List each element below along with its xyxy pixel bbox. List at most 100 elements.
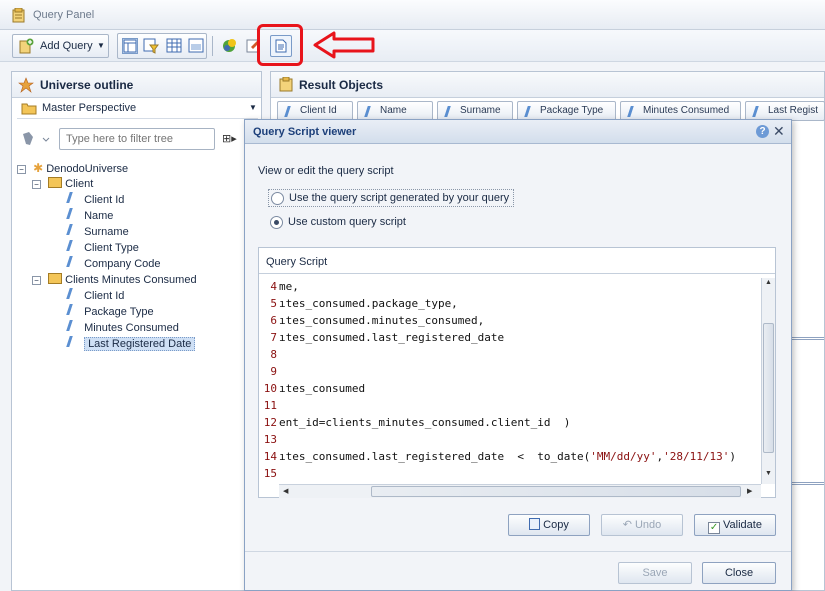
vertical-scrollbar[interactable]: ▲ ▼ — [761, 278, 775, 484]
option-custom-radio[interactable] — [270, 216, 283, 229]
option-generated-script[interactable]: Use the query script generated by your q… — [268, 189, 514, 207]
copy-button[interactable]: Copy — [508, 514, 590, 536]
universe-icon: ✱ — [33, 161, 44, 175]
chevron-down-icon: ▼ — [249, 103, 257, 112]
code-line[interactable]: 4 me, — [259, 278, 299, 295]
object-icon — [66, 304, 73, 315]
tree-item-surname[interactable]: Surname — [66, 224, 129, 240]
tree-item-client-type[interactable]: Client Type — [66, 240, 139, 256]
undo-icon: ↶ — [622, 519, 632, 531]
result-object-label: Surname — [460, 105, 501, 116]
collapse-icon[interactable]: − — [17, 165, 26, 174]
query-script-editor[interactable]: 4 me, 5 ıtes_consumed.package_type, 6 ıtes_co… — [259, 278, 761, 484]
line-number: 9 — [270, 365, 277, 378]
result-object-label: Package Type — [540, 105, 604, 116]
tree-folder-client[interactable]: − Client — [32, 176, 93, 192]
window-title: Query Panel — [33, 9, 95, 21]
scroll-right-icon[interactable]: ▶ — [747, 487, 752, 495]
tree-item-client-id[interactable]: Client Id — [66, 192, 124, 208]
dialog-instruction: View or edit the query script — [258, 165, 394, 177]
result-objects-title: Result Objects — [299, 78, 384, 92]
code-line[interactable]: 6 ıtes_consumed.minutes_consumed, — [259, 312, 484, 329]
tree-item-label: Company Code — [84, 258, 161, 270]
line-number: 10 — [263, 382, 277, 395]
chevron-down-icon: ▼ — [97, 41, 105, 50]
universe-outline-header: Universe outline — [12, 72, 261, 98]
code-line[interactable]: 8 — [259, 346, 279, 363]
undo-label: Undo — [634, 519, 662, 531]
scroll-left-icon[interactable]: ◀ — [283, 487, 288, 495]
table-view-icon[interactable] — [166, 38, 182, 54]
dialog-title: Query Script viewer — [253, 126, 357, 138]
tree-item-name[interactable]: Name — [66, 208, 113, 224]
perspective-select[interactable]: Master Perspective ▼ — [17, 99, 258, 119]
code-line[interactable]: 12 ent_id=clients_minutes_consumed.client… — [259, 414, 571, 431]
result-object-package-type[interactable]: Package Type — [517, 101, 616, 121]
result-object-name[interactable]: Name — [357, 101, 433, 121]
refresh-icon[interactable] — [221, 37, 239, 55]
tree-folder-label: Clients Minutes Consumed — [65, 274, 197, 286]
tree-root[interactable]: − ✱ DenodoUniverse — [17, 160, 128, 176]
option-custom-script[interactable]: Use custom query script — [268, 214, 468, 232]
tree-folder-clients-minutes[interactable]: − Clients Minutes Consumed — [32, 272, 197, 288]
line-number: 15 — [263, 467, 277, 480]
result-object-label: Name — [380, 105, 407, 116]
code-line[interactable]: 11 — [259, 397, 279, 414]
code-line[interactable]: 7 ıtes_consumed.last_registered_date — [259, 329, 504, 346]
result-object-surname[interactable]: Surname — [437, 101, 513, 121]
save-button[interactable]: Save — [618, 562, 692, 584]
horizontal-scrollbar[interactable]: ◀ ▶ — [279, 484, 761, 498]
add-query-button[interactable]: Add Query ▼ — [12, 34, 109, 58]
tree-item-last-registered-date[interactable]: Last Registered Date — [66, 336, 196, 352]
result-objects-header: Result Objects — [271, 72, 824, 98]
scroll-up-icon[interactable]: ▲ — [765, 279, 772, 286]
option-generated-radio[interactable] — [271, 192, 284, 205]
code-line[interactable]: 13 — [259, 431, 279, 448]
validate-button[interactable]: ✓ Validate — [694, 514, 776, 536]
vertical-scroll-thumb[interactable] — [763, 323, 774, 453]
collapse-icon[interactable]: − — [32, 276, 41, 285]
code-line[interactable]: 10 ıtes_consumed — [259, 380, 365, 397]
code-line[interactable]: 14 ıtes_consumed.last_registered_date < t… — [259, 448, 736, 465]
expand-all-icon[interactable]: ⊞▸ — [222, 132, 237, 145]
code-text: ıtes_consumed.minutes_consumed, — [279, 314, 485, 327]
close-icon[interactable]: ✕ — [773, 123, 785, 140]
object-icon — [752, 106, 759, 117]
result-object-minutes-consumed[interactable]: Minutes Consumed — [620, 101, 741, 121]
tree-item-company-code[interactable]: Company Code — [66, 256, 161, 272]
object-icon — [627, 106, 634, 117]
filter-view-icon[interactable] — [143, 38, 159, 54]
result-objects-icon — [279, 76, 293, 95]
universe-outline-panel: Universe outline Master Perspective ▼ ⊞▸… — [11, 71, 262, 591]
undo-button[interactable]: ↶ Undo — [601, 514, 683, 536]
result-object-label: Minutes Consumed — [643, 105, 730, 116]
code-line[interactable]: 9 — [259, 363, 279, 380]
help-icon[interactable]: ? — [756, 125, 769, 138]
data-preview-icon[interactable] — [188, 38, 204, 54]
filter-icon[interactable] — [21, 130, 51, 148]
code-text: ıtes_consumed.last_registered_date < to_… — [279, 450, 736, 463]
tree-item-label: Last Registered Date — [84, 337, 196, 351]
horizontal-scroll-thumb[interactable] — [371, 486, 741, 497]
add-query-label: Add Query — [40, 40, 93, 52]
tree-item-label: Minutes Consumed — [84, 322, 179, 334]
tree-item-minutes-consumed[interactable]: Minutes Consumed — [66, 320, 179, 336]
scroll-down-icon[interactable]: ▼ — [765, 470, 772, 477]
window-titlebar: Query Panel — [0, 0, 825, 30]
query-script-panel: Query Script 4 me, 5 ıtes_consumed.package_… — [258, 247, 776, 498]
result-object-client-id[interactable]: Client Id — [277, 101, 353, 121]
result-object-last-registered[interactable]: Last Regist — [745, 101, 825, 121]
close-button[interactable]: Close — [702, 562, 776, 584]
code-line[interactable]: 15 — [259, 465, 279, 482]
tree-item-package-type[interactable]: Package Type — [66, 304, 154, 320]
dialog-titlebar[interactable]: Query Script viewer ? ✕ — [245, 120, 791, 144]
tree-item-client-id-2[interactable]: Client Id — [66, 288, 124, 304]
copy-label: Copy — [543, 519, 569, 531]
filter-tree-input[interactable] — [59, 128, 215, 150]
code-line[interactable]: 5 ıtes_consumed.package_type, — [259, 295, 457, 312]
perspective-value: Master Perspective — [42, 102, 137, 114]
layout-view-icon[interactable] — [122, 38, 138, 54]
collapse-icon[interactable]: − — [32, 180, 41, 189]
toolbar-separator — [212, 36, 213, 56]
line-number: 14 — [263, 450, 277, 463]
